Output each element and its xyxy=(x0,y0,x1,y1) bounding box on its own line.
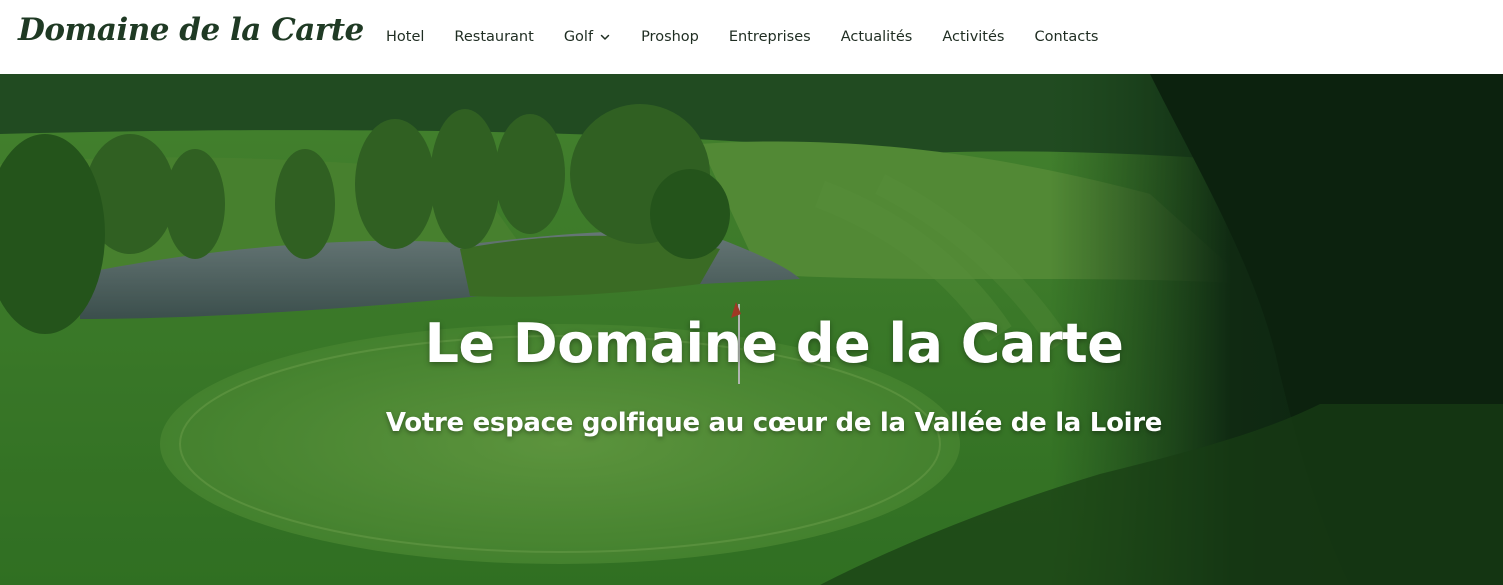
site-header: Domaine de la Carte Hotel Restaurant Gol… xyxy=(0,0,1503,74)
nav-item-entreprises[interactable]: Entreprises xyxy=(714,0,826,74)
nav-item-proshop[interactable]: Proshop xyxy=(626,0,714,74)
chevron-down-icon xyxy=(600,34,610,40)
hero-subtitle: Votre espace golfique au cœur de la Vall… xyxy=(385,408,1163,438)
site-logo[interactable]: Domaine de la Carte xyxy=(18,12,364,48)
nav-item-label: Restaurant xyxy=(454,29,534,45)
nav-item-hotel[interactable]: Hotel xyxy=(371,0,439,74)
nav-item-label: Golf xyxy=(563,29,594,45)
main-nav: Hotel Restaurant Golf Proshop Entreprise… xyxy=(371,0,1113,74)
nav-item-restaurant[interactable]: Restaurant xyxy=(439,0,548,74)
nav-item-label: Entreprises xyxy=(728,29,811,45)
nav-item-actualites[interactable]: Actualités xyxy=(826,0,928,74)
nav-item-label: Actualités xyxy=(840,29,913,45)
nav-item-label: Activités xyxy=(942,29,1005,45)
nav-item-label: Proshop xyxy=(641,29,699,45)
nav-item-label: Contacts xyxy=(1034,29,1099,45)
nav-item-activites[interactable]: Activités xyxy=(927,0,1019,74)
hero-banner: Le Domaine de la Carte Votre espace golf… xyxy=(0,74,1503,585)
nav-item-label: Hotel xyxy=(386,29,425,45)
nav-item-golf[interactable]: Golf xyxy=(549,0,626,74)
hero-title: Le Domaine de la Carte xyxy=(424,312,1124,375)
nav-item-contacts[interactable]: Contacts xyxy=(1019,0,1113,74)
